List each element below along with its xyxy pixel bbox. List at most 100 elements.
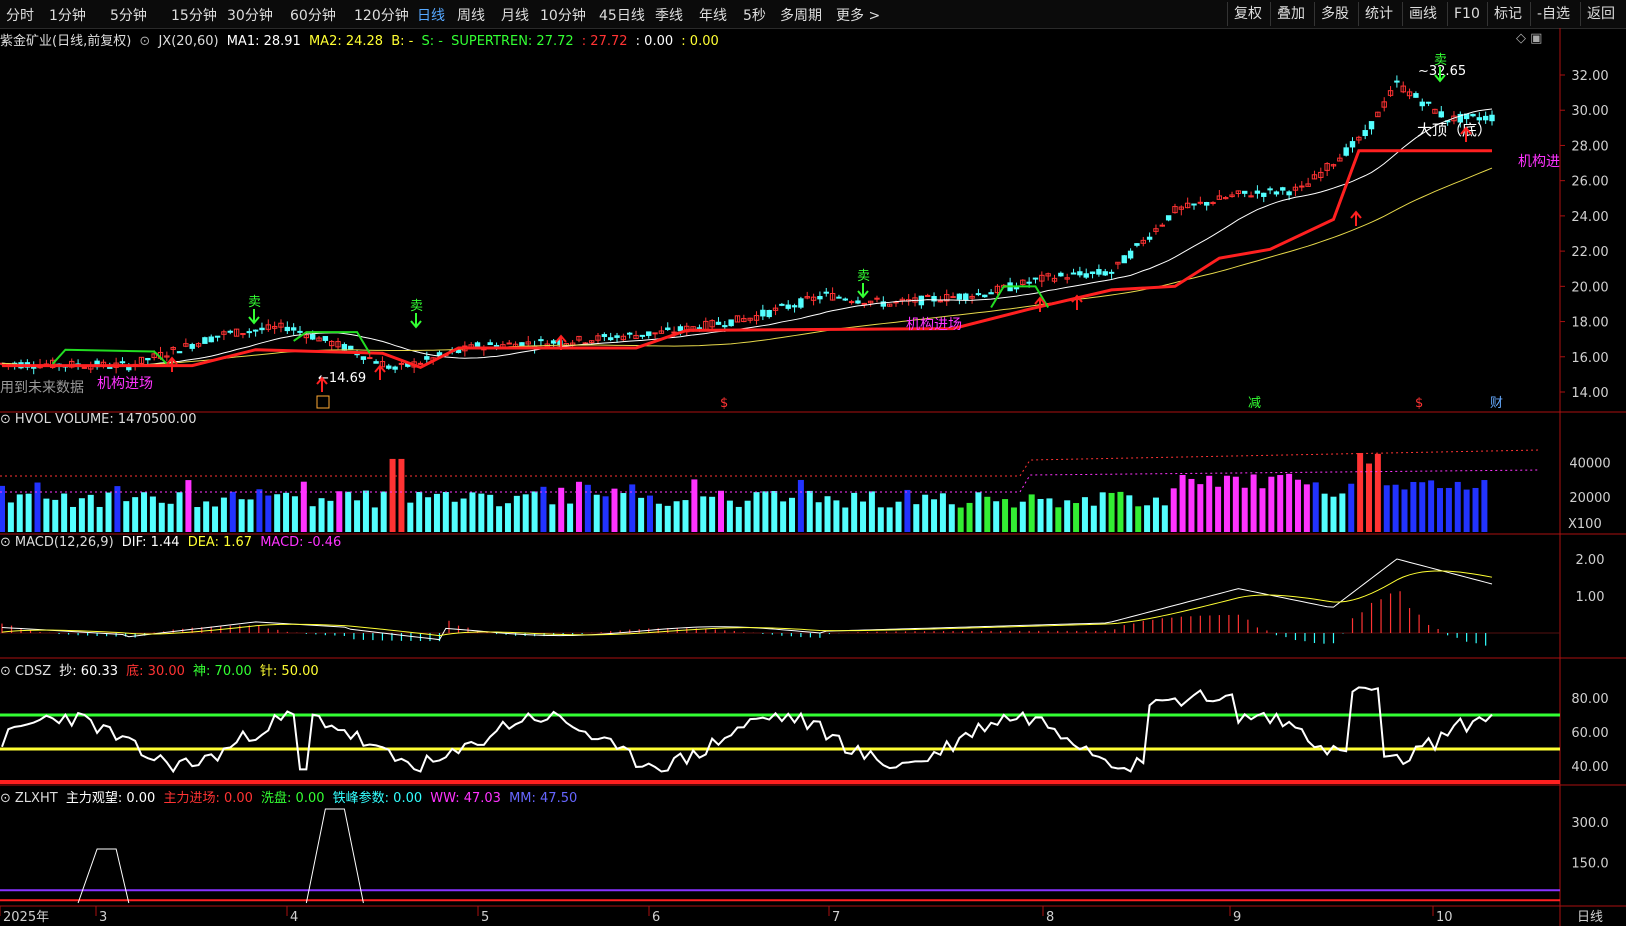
candle-body — [297, 330, 303, 333]
sell-signal-label: 卖 — [857, 269, 870, 284]
candle-body — [1413, 93, 1419, 98]
volume-bar — [407, 502, 414, 532]
candle-body — [1267, 188, 1273, 191]
volume-bar — [1170, 488, 1177, 532]
volume-bar — [868, 491, 875, 532]
volume-bar — [1046, 498, 1053, 532]
volume-bar — [123, 501, 130, 532]
candle-body — [246, 331, 252, 334]
volume-bar — [34, 482, 41, 532]
event-marker: 减 — [1248, 396, 1261, 411]
inst-entry-label: 机构进 — [1518, 154, 1560, 170]
volume-bar — [43, 498, 50, 532]
candle-body — [1134, 243, 1140, 246]
volume-bar — [469, 492, 476, 532]
volume-bar — [1019, 501, 1026, 532]
volume-bar — [274, 494, 281, 532]
candle-body — [1362, 130, 1368, 137]
volume-bar — [283, 492, 290, 532]
event-box-icon — [316, 395, 330, 409]
event-marker: 财 — [1490, 396, 1503, 411]
time-tick-label: 3 — [99, 910, 107, 925]
cdsz-tick-label: 80.00 — [1571, 692, 1608, 707]
zlxht-spike-line — [77, 848, 130, 904]
candle-body — [950, 296, 956, 299]
candle-body — [607, 337, 614, 341]
low-price-label: ←14.69 — [318, 371, 366, 386]
volume-bar — [1383, 485, 1390, 532]
candle-body — [1146, 236, 1153, 240]
kline-chart-canvas[interactable]: 32.0030.0028.0026.0024.0022.0020.0018.00… — [0, 0, 1626, 926]
candle-body — [652, 332, 658, 335]
candle-body — [1203, 201, 1210, 206]
volume-tick-label: 40000 — [1569, 456, 1610, 471]
volume-bar — [194, 507, 201, 532]
volume-bar — [256, 489, 263, 532]
volume-bar — [646, 495, 653, 532]
candle-body — [1273, 191, 1280, 195]
volume-bar — [522, 494, 529, 532]
volume-bar — [726, 500, 733, 532]
candle-body — [646, 331, 652, 336]
candle-body — [1191, 203, 1197, 206]
macd-tick-label: 2.00 — [1576, 553, 1605, 568]
volume-bar — [744, 500, 751, 532]
volume-bar — [851, 492, 858, 532]
volume-bar — [132, 497, 139, 532]
volume-bar — [229, 491, 236, 532]
volume-bar — [1250, 474, 1257, 532]
volume-bar — [52, 499, 59, 532]
volume-unit-label: X100 — [1568, 517, 1602, 532]
volume-bar — [806, 490, 813, 532]
event-marker: $ — [1415, 396, 1423, 411]
candle-body — [487, 342, 493, 346]
volume-bar — [842, 507, 849, 532]
volume-bar — [664, 505, 671, 532]
volume-bar — [780, 501, 787, 532]
candle-body — [1419, 101, 1425, 107]
volume-bar — [877, 507, 884, 532]
candle-body — [1299, 185, 1305, 188]
volume-bar — [176, 492, 183, 532]
candle-body — [988, 292, 994, 295]
price-tick-label: 24.00 — [1571, 210, 1608, 225]
candle-body — [785, 304, 791, 309]
volume-bar — [1392, 484, 1399, 532]
volume-bar — [451, 501, 458, 532]
volume-bar — [1161, 505, 1168, 532]
time-tick-label: 6 — [652, 910, 660, 925]
candle-body — [1058, 272, 1064, 277]
volume-bar — [984, 496, 991, 532]
volume-bar — [354, 500, 361, 532]
candle-body — [227, 330, 233, 333]
volume-bar — [593, 494, 600, 532]
candle-body — [1096, 269, 1102, 275]
volume-bar — [753, 492, 760, 532]
volume-bar — [1152, 497, 1159, 532]
volume-bar — [549, 504, 556, 532]
volume-bar — [425, 497, 432, 532]
volume-bar — [931, 499, 938, 532]
candle-body — [1102, 271, 1108, 276]
volume-bar — [833, 500, 840, 532]
volume-bar — [1348, 483, 1355, 532]
volume-bar — [1277, 475, 1284, 532]
candle-body — [373, 361, 379, 364]
volume-bar — [638, 497, 645, 532]
candle-body — [627, 332, 633, 335]
volume-bar — [939, 493, 946, 532]
volume-bar — [1188, 478, 1195, 532]
volume-bar — [567, 503, 574, 532]
volume-bar — [504, 503, 511, 532]
price-tick-label: 28.00 — [1571, 139, 1608, 154]
volume-ma-line — [0, 449, 1541, 477]
candle-body — [259, 327, 265, 331]
volume-bar — [815, 502, 822, 532]
candle-body — [1482, 115, 1489, 121]
volume-bar — [1099, 492, 1106, 532]
volume-bar — [1454, 481, 1461, 532]
volume-bar — [1410, 481, 1417, 532]
volume-bar — [1073, 503, 1080, 532]
candle-body — [1261, 192, 1267, 197]
candle-body — [728, 319, 734, 327]
